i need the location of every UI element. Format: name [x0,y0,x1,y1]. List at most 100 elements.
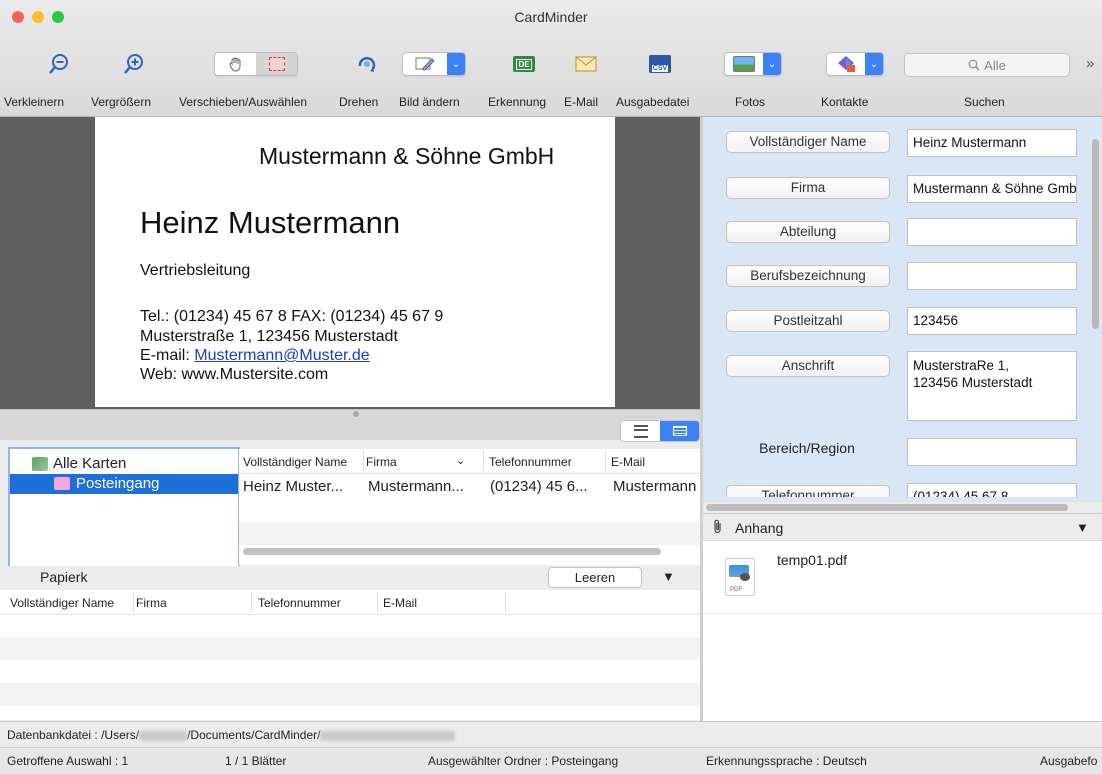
horizontal-scrollbar[interactable] [243,548,661,555]
tree-item-all-cards[interactable]: Alle Karten [32,455,126,472]
envelope-icon [575,56,597,72]
attachment-panel: Anhang ▼ PDF temp01.pdf [703,513,1102,721]
edit-image-icon [403,53,447,75]
email-button[interactable] [571,44,601,84]
empty-trash-button[interactable]: Leeren [548,567,642,588]
trash-title: Papierk [40,569,88,585]
attachment-item[interactable]: PDF temp01.pdf [703,540,1102,612]
card-name: Heinz Mustermann [140,205,401,240]
contacts-label: Kontakte [821,95,869,109]
zoom-in-label: Vergrößern [91,95,152,109]
field-button-job-title[interactable]: Berufsbezeichnung [726,265,890,287]
select-tool-icon[interactable] [256,53,297,75]
photos-button[interactable]: ⌄ [724,44,782,84]
chevron-down-icon[interactable]: ⌄ [865,53,883,75]
field-input-department[interactable] [907,218,1077,246]
folder-icon [54,477,70,490]
search-label: Suchen [964,95,1005,109]
database-status-bar: Datenbankdatei : /Users//Documents/CardM… [0,721,1102,748]
zoom-out-icon [49,54,68,74]
redacted-filename [320,730,456,741]
list-view-icon[interactable] [621,421,660,441]
attachment-title: Anhang [735,520,784,536]
cell-company: Mustermann... [368,478,464,495]
field-input-postal-code[interactable]: 123456 [907,307,1077,335]
collapse-triangle-icon[interactable]: ▼ [1076,520,1089,535]
move-select-control[interactable] [214,44,298,84]
folder-tree[interactable]: Alle Karten Posteingang [8,447,240,569]
chevron-down-icon[interactable]: ⌄ [447,53,465,75]
change-image-label: Bild ändern [399,95,460,109]
detail-view-icon[interactable] [660,421,699,441]
zoom-out-button[interactable] [44,44,74,84]
trash-header: Papierk Leeren ▼ [0,566,700,590]
card-email: E-mail: Mustermann@Muster.de [140,347,370,364]
redacted-username [139,730,188,741]
zoom-out-label: Verkleinern [4,95,65,109]
field-input-region[interactable] [907,438,1077,466]
cards-icon [32,456,48,471]
field-input-company[interactable]: Mustermann & Söhne GmbH [907,175,1077,203]
field-button-address[interactable]: Anschrift [726,355,890,377]
rotate-icon [358,56,376,72]
collapse-triangle-icon[interactable]: ▼ [662,569,675,584]
field-input-phone[interactable]: (01234) 45 67 8 [907,483,1077,497]
horizontal-scrollbar[interactable] [706,504,1068,511]
contacts-button[interactable]: ⌄ [826,44,884,84]
output-file-button[interactable]: CSV [645,44,675,84]
field-button-phone[interactable]: Telefonnummer [726,485,890,497]
recognition-button[interactable]: DE [509,44,539,84]
card-email-link: Mustermann@Muster.de [194,347,370,364]
card-address: Musterstraße 1, 123456 Musterstadt [140,328,398,345]
business-card-image: Mustermann & Söhne GmbH Heinz Mustermann… [95,117,615,407]
empty-row [0,637,700,660]
column-header-company[interactable]: Firma [136,596,167,610]
column-header-phone[interactable]: Telefonnummer [258,596,341,610]
sort-chevron-icon[interactable]: ⌄ [456,454,465,467]
field-button-postal-code[interactable]: Postleitzahl [726,310,890,332]
column-header-phone[interactable]: Telefonnummer [489,455,572,469]
recognition-icon: DE [513,56,535,72]
contacts-icon [827,53,865,75]
table-row[interactable]: Heinz Muster... Mustermann... (01234) 45… [239,474,700,498]
tree-item-all-cards-label: Alle Karten [53,455,127,472]
card-list[interactable]: Vollständiger Name Firma ⌄ Telefonnummer… [239,449,700,565]
trash-table[interactable]: Vollständiger Name Firma Telefonnummer E… [0,590,700,720]
change-image-button[interactable]: ⌄ [402,44,466,84]
vertical-scrollbar[interactable] [1092,139,1099,329]
search-placeholder: Alle [984,57,1006,73]
zoom-in-icon [124,54,143,74]
field-button-company[interactable]: Firma [726,177,890,199]
hand-tool-icon[interactable] [215,53,256,75]
column-header-company[interactable]: Firma [366,455,397,469]
tree-item-inbox[interactable]: Posteingang [10,474,238,494]
rotate-button[interactable] [352,44,382,84]
field-button-department[interactable]: Abteilung [726,221,890,243]
paperclip-icon [714,519,721,534]
chevron-down-icon[interactable]: ⌄ [763,53,781,75]
trash-table-header: Vollständiger Name Firma Telefonnummer E… [0,590,700,615]
view-mode-toggle[interactable] [620,420,700,442]
field-input-address[interactable]: MusterstraRe 1, 123456 Musterstadt [907,351,1077,421]
preview-splitter[interactable] [0,409,702,442]
field-input-full-name[interactable]: Heinz Mustermann [907,129,1077,157]
splitter-handle[interactable] [353,411,359,417]
field-button-full-name[interactable]: Vollständiger Name [726,131,890,153]
window-title: CardMinder [514,9,588,25]
output-file-label: Ausgabedatei [616,95,690,109]
field-label-region: Bereich/Region [759,440,855,456]
column-header-name[interactable]: Vollständiger Name [10,596,114,610]
recognition-label: Erkennung [488,95,547,109]
toolbar-overflow-button[interactable]: » [1086,55,1094,72]
column-header-email[interactable]: E-Mail [383,596,417,610]
cell-email: Mustermann [613,478,697,495]
column-header-email[interactable]: E-Mail [611,455,645,469]
search-icon [968,59,980,71]
zoom-in-button[interactable] [119,44,149,84]
status-language: Erkennungssprache : Deutsch [706,754,867,768]
title-toolbar-area: CardMinder ⌄ DE CSV ⌄ ⌄ Alle » Verkleine… [0,0,1102,117]
csv-file-icon: CSV [649,55,671,73]
search-input[interactable]: Alle [904,53,1070,77]
field-input-job-title[interactable] [907,262,1077,290]
column-header-name[interactable]: Vollständiger Name [243,455,347,469]
